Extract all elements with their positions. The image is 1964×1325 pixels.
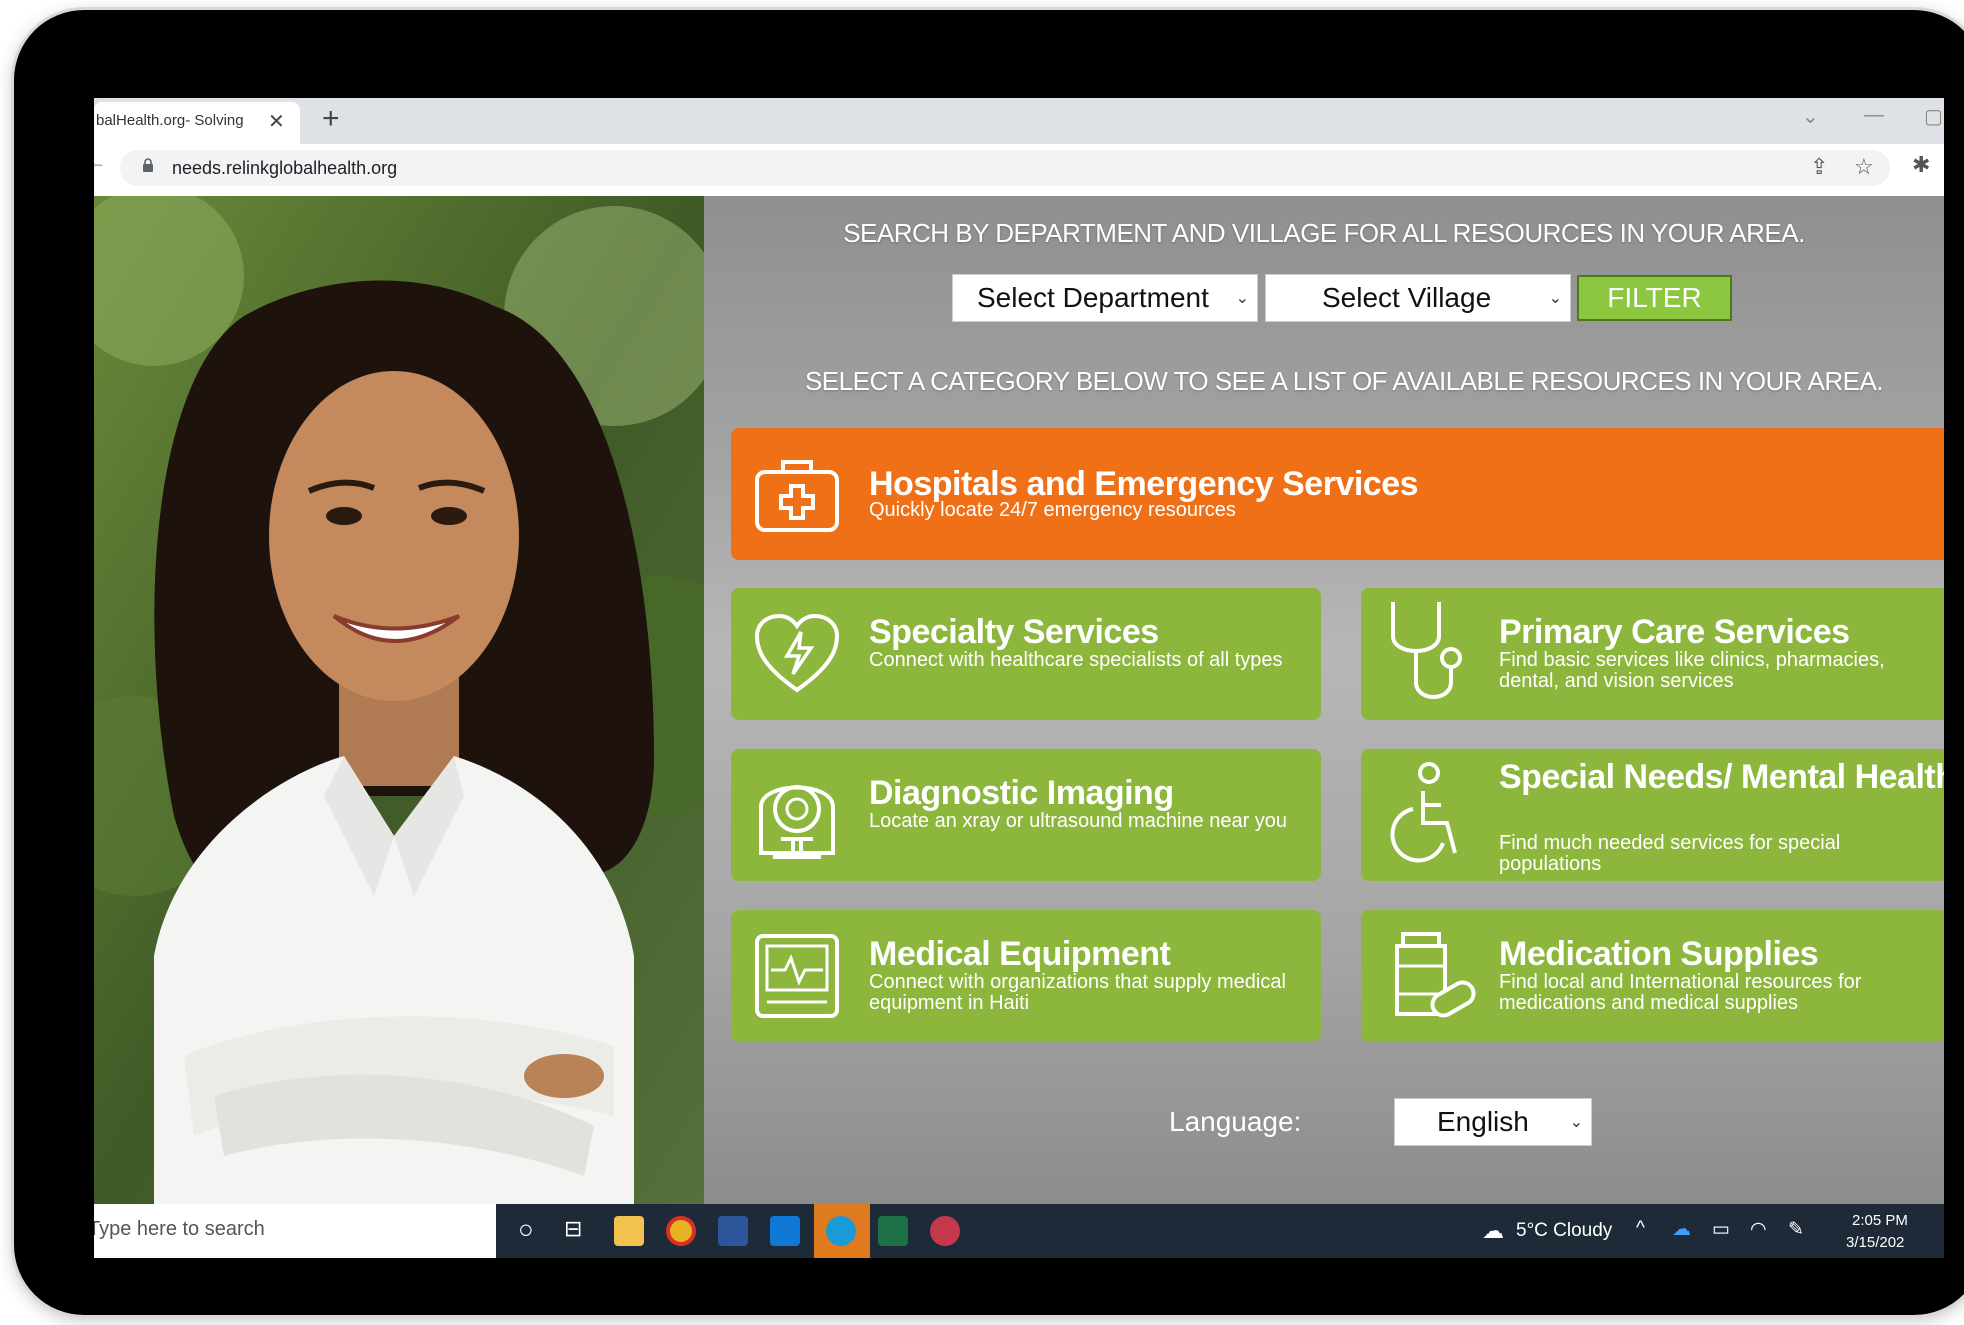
web-page: SEARCH BY DEPARTMENT AND VILLAGE FOR ALL… — [94, 196, 1944, 1204]
resource-panel: SEARCH BY DEPARTMENT AND VILLAGE FOR ALL… — [704, 196, 1944, 1204]
first-aid-kit-icon — [755, 460, 839, 532]
village-select-value: Select Village — [1322, 282, 1492, 313]
onedrive-icon[interactable]: ☁ — [1672, 1218, 1691, 1241]
chevron-down-icon: ⌄ — [1235, 290, 1249, 307]
edge-icon[interactable] — [826, 1216, 856, 1246]
address-bar[interactable]: needs.relinkglobalhealth.org ⇪ ☆ — [120, 150, 1890, 186]
search-heading: SEARCH BY DEPARTMENT AND VILLAGE FOR ALL… — [843, 218, 1805, 248]
hero-photo — [94, 196, 704, 1204]
clock-time[interactable]: 2:05 PM — [1852, 1212, 1908, 1229]
card-description: Find much needed services for special po… — [1499, 832, 1841, 875]
share-icon[interactable]: ⇪ — [1810, 154, 1828, 180]
language-select[interactable]: English ⌄ — [1394, 1098, 1592, 1146]
word-icon[interactable] — [718, 1216, 748, 1246]
bookmark-star-icon[interactable]: ☆ — [1854, 154, 1874, 180]
category-medication-supplies[interactable]: Medication Supplies Find local and Inter… — [1361, 910, 1944, 1042]
tablet-frame: balHealth.org- Solving ✕ + ⌄ — ▢ ← needs… — [14, 10, 1964, 1315]
category-heading: SELECT A CATEGORY BELOW TO SEE A LIST OF… — [804, 366, 1884, 396]
category-primary-care[interactable]: Primary Care Services Find basic service… — [1361, 588, 1944, 720]
language-label: Language: — [1169, 1106, 1302, 1137]
browser-tab-bar: balHealth.org- Solving ✕ + ⌄ — ▢ — [94, 98, 1944, 144]
maximize-icon[interactable]: ▢ — [1924, 104, 1943, 129]
excel-icon[interactable] — [878, 1216, 908, 1246]
cloud-icon: ☁ — [1482, 1218, 1504, 1243]
card-description: Find basic services like clinics, pharma… — [1499, 649, 1885, 692]
department-select-value: Select Department — [977, 282, 1209, 313]
taskbar: Type here to search ○ ⊟ ☁ 5°C Cloudy ^ ☁… — [94, 1204, 1944, 1258]
card-description: Quickly locate 24/7 emergency resources — [869, 499, 1236, 521]
pill-bottle-icon — [1395, 932, 1476, 1018]
wifi-icon[interactable]: ◠ — [1750, 1218, 1767, 1241]
card-title: Medication Supplies — [1499, 935, 1819, 973]
card-description: Find local and International resources f… — [1499, 971, 1862, 1014]
card-description: Connect with organizations that supply m… — [869, 971, 1286, 1014]
url-text: needs.relinkglobalhealth.org — [172, 158, 398, 178]
close-tab-icon[interactable]: ✕ — [268, 109, 285, 134]
cortana-icon[interactable]: ○ — [518, 1214, 534, 1245]
task-view-icon[interactable]: ⊟ — [564, 1216, 582, 1242]
category-medical-equipment[interactable]: Medical Equipment Connect with organizat… — [731, 910, 1321, 1042]
department-select[interactable]: Select Department ⌄ — [952, 274, 1258, 322]
extensions-puzzle-icon[interactable]: ✱ — [1912, 152, 1930, 178]
tray-chevron-up-icon[interactable]: ^ — [1636, 1218, 1645, 1240]
card-title: Hospitals and Emergency Services — [869, 465, 1419, 503]
tab-title: balHealth.org- Solving — [96, 112, 244, 129]
new-tab-button[interactable]: + — [322, 102, 340, 136]
lock-icon — [143, 158, 153, 172]
taskbar-search[interactable]: Type here to search — [94, 1204, 496, 1258]
pen-icon[interactable]: ✎ — [1788, 1218, 1804, 1241]
chevron-down-icon: ⌄ — [1548, 290, 1562, 307]
card-description: Connect with healthcare specialists of a… — [869, 649, 1283, 671]
category-diagnostic-imaging[interactable]: Diagnostic Imaging Locate an xray or ult… — [731, 749, 1321, 881]
heart-bolt-icon — [754, 613, 840, 693]
minimize-icon[interactable]: — — [1864, 104, 1884, 127]
outlook-icon[interactable] — [770, 1216, 800, 1246]
monitor-icon — [755, 934, 839, 1018]
taskbar-search-placeholder: Type here to search — [94, 1218, 265, 1240]
address-bar-row: ← needs.relinkglobalhealth.org ⇪ ☆ ✱ — [94, 144, 1944, 197]
chrome-icon[interactable] — [666, 1216, 696, 1246]
browser-tab[interactable]: balHealth.org- Solving ✕ — [94, 102, 300, 144]
stethoscope-icon — [1391, 602, 1462, 699]
wheelchair-icon — [1390, 762, 1457, 863]
card-description: Locate an xray or ultrasound machine nea… — [869, 810, 1288, 832]
category-specialty-services[interactable]: Specialty Services Connect with healthca… — [731, 588, 1321, 720]
category-special-needs-mental-health[interactable]: Special Needs/ Mental Health Find much n… — [1361, 749, 1944, 881]
card-title: Medical Equipment — [869, 935, 1171, 973]
file-explorer-icon[interactable] — [614, 1216, 644, 1246]
scanner-icon — [759, 785, 835, 859]
village-select[interactable]: Select Village ⌄ — [1265, 274, 1571, 322]
card-title: Special Needs/ Mental Health — [1499, 758, 1944, 796]
chevron-down-icon: ⌄ — [1569, 1114, 1583, 1131]
clock-date[interactable]: 3/15/202 — [1846, 1234, 1904, 1251]
battery-icon[interactable]: ▭ — [1712, 1218, 1730, 1241]
screen: balHealth.org- Solving ✕ + ⌄ — ▢ ← needs… — [94, 98, 1944, 1258]
pinned-app-icon[interactable] — [930, 1216, 960, 1246]
card-title: Specialty Services — [869, 613, 1159, 651]
card-title: Primary Care Services — [1499, 613, 1850, 651]
filter-button[interactable]: FILTER — [1577, 275, 1732, 321]
card-title: Diagnostic Imaging — [869, 774, 1174, 812]
weather-text[interactable]: 5°C Cloudy — [1516, 1220, 1612, 1242]
category-hospitals-emergency[interactable]: Hospitals and Emergency Services Quickly… — [731, 428, 1944, 560]
language-select-value: English — [1437, 1106, 1529, 1137]
back-arrow-icon[interactable]: ← — [94, 152, 106, 173]
tab-search-chevron-icon[interactable]: ⌄ — [1802, 104, 1819, 129]
